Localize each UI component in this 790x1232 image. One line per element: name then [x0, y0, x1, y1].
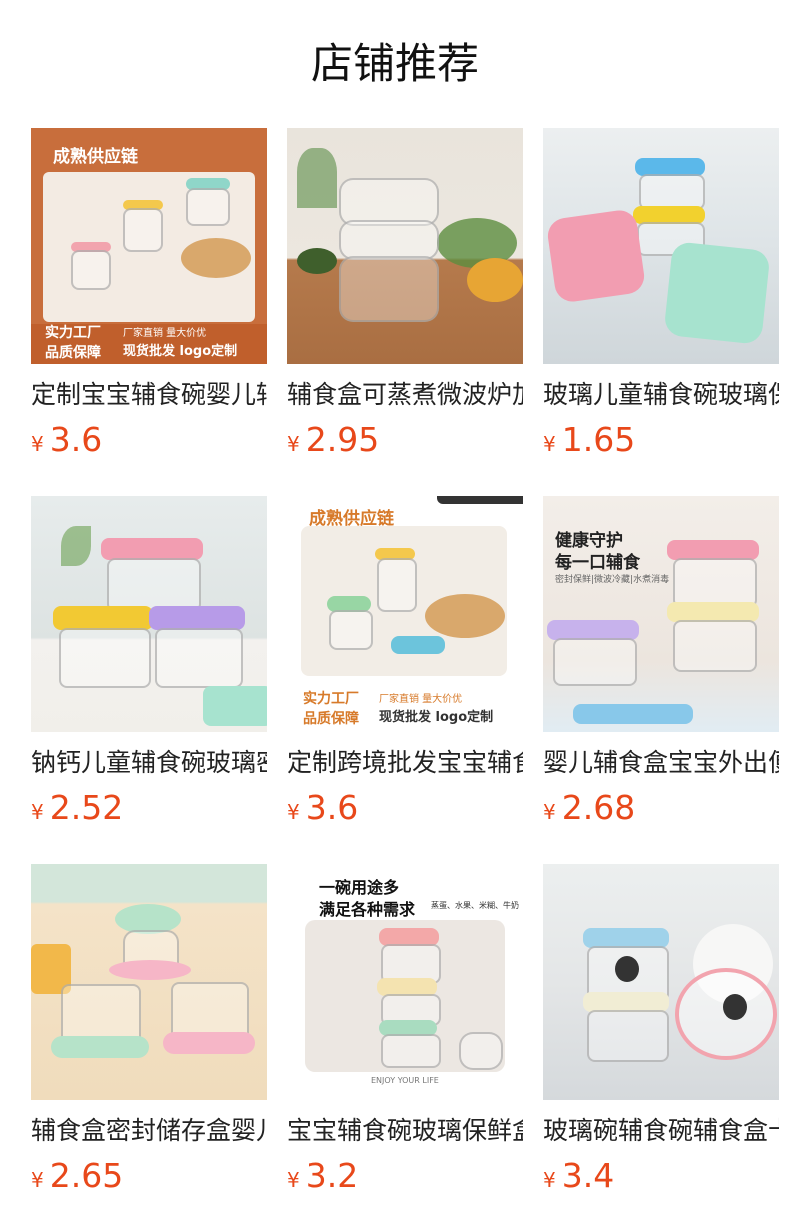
- price-value: 3.2: [305, 1156, 359, 1195]
- product-name[interactable]: 定制跨境批发宝宝辅食碗: [287, 746, 523, 780]
- tag-direct: 厂家直销 量大价优: [123, 328, 207, 339]
- tag-quality: 品质保障: [303, 711, 359, 727]
- price-value: 2.95: [305, 420, 380, 459]
- currency-symbol: ¥: [31, 800, 44, 824]
- product-card[interactable]: 成熟供应链 实力工厂 品质保障 厂家直销 量大价优 现货批发 logo定制 定制…: [31, 128, 267, 466]
- product-price: ¥3.6: [31, 420, 267, 466]
- product-card[interactable]: 玻璃碗辅食碗辅食盒卡通 ¥3.4: [543, 864, 779, 1202]
- product-image[interactable]: [31, 864, 267, 1100]
- banner-top-text: 成熟供应链: [53, 147, 138, 167]
- product-image[interactable]: [543, 128, 779, 364]
- tag-wholesale: 现货批发 logo定制: [379, 710, 494, 725]
- price-value: 3.4: [561, 1156, 615, 1195]
- tag-factory: 实力工厂: [303, 691, 359, 707]
- banner-line3: 蒸蛋、水果、米糊、牛奶: [431, 901, 519, 910]
- banner-line3: 密封保鲜|微波冷藏|水煮消毒: [555, 575, 670, 585]
- product-card[interactable]: 成熟供应链 实力工厂 品质保障 厂家直销 量大价优 现货批发 logo定制 定制…: [287, 496, 523, 834]
- product-price: ¥2.95: [287, 420, 523, 466]
- product-name[interactable]: 钠钙儿童辅食碗玻璃密封: [31, 746, 267, 780]
- banner-line2: 满足各种需求: [319, 900, 416, 919]
- product-name[interactable]: 玻璃儿童辅食碗玻璃保鲜盒: [543, 378, 779, 412]
- product-name[interactable]: 玻璃碗辅食碗辅食盒卡通: [543, 1114, 779, 1148]
- price-value: 2.52: [49, 788, 124, 827]
- product-name[interactable]: 定制宝宝辅食碗婴儿辅食盒: [31, 378, 267, 412]
- product-card[interactable]: 钠钙儿童辅食碗玻璃密封 ¥2.52: [31, 496, 267, 834]
- product-image[interactable]: [31, 496, 267, 732]
- product-image[interactable]: 成熟供应链 实力工厂 品质保障 厂家直销 量大价优 现货批发 logo定制: [31, 128, 267, 364]
- product-price: ¥2.65: [31, 1156, 267, 1202]
- product-name[interactable]: 婴儿辅食盒宝宝外出便携: [543, 746, 779, 780]
- currency-symbol: ¥: [543, 800, 556, 824]
- product-image[interactable]: [287, 128, 523, 364]
- product-card[interactable]: 健康守护 每一口辅食 密封保鲜|微波冷藏|水煮消毒 婴儿辅食盒宝宝外出便携 ¥2…: [543, 496, 779, 834]
- product-image[interactable]: 健康守护 每一口辅食 密封保鲜|微波冷藏|水煮消毒: [543, 496, 779, 732]
- banner-line1: 一碗用途多: [319, 878, 400, 897]
- currency-symbol: ¥: [287, 1168, 300, 1192]
- product-image[interactable]: 一碗用途多 满足各种需求 蒸蛋、水果、米糊、牛奶 ENJOY YOUR LIFE: [287, 864, 523, 1100]
- product-image[interactable]: [543, 864, 779, 1100]
- page-title: 店铺推荐: [310, 39, 479, 88]
- price-value: 1.65: [561, 420, 636, 459]
- tag-factory: 实力工厂: [45, 325, 101, 341]
- tag-direct: 厂家直销 量大价优: [379, 694, 463, 705]
- price-value: 2.65: [49, 1156, 124, 1195]
- currency-symbol: ¥: [287, 432, 300, 456]
- product-price: ¥3.6: [287, 788, 523, 834]
- price-value: 3.6: [49, 420, 103, 459]
- currency-symbol: ¥: [287, 800, 300, 824]
- product-price: ¥3.4: [543, 1156, 779, 1202]
- product-price: ¥2.68: [543, 788, 779, 834]
- price-value: 3.6: [305, 788, 359, 827]
- product-card[interactable]: 一碗用途多 满足各种需求 蒸蛋、水果、米糊、牛奶 ENJOY YOUR LIFE…: [287, 864, 523, 1202]
- product-name[interactable]: 宝宝辅食碗玻璃保鲜盒: [287, 1114, 523, 1148]
- currency-symbol: ¥: [543, 1168, 556, 1192]
- product-image[interactable]: 成熟供应链 实力工厂 品质保障 厂家直销 量大价优 现货批发 logo定制: [287, 496, 523, 732]
- product-price: ¥2.52: [31, 788, 267, 834]
- product-name[interactable]: 辅食盒密封储存盒婴儿: [31, 1114, 267, 1148]
- tag-wholesale: 现货批发 logo定制: [123, 344, 238, 359]
- price-value: 2.68: [561, 788, 636, 827]
- currency-symbol: ¥: [31, 432, 44, 456]
- product-price: ¥3.2: [287, 1156, 523, 1202]
- product-card[interactable]: 玻璃儿童辅食碗玻璃保鲜盒 ¥1.65: [543, 128, 779, 466]
- product-card[interactable]: 辅食盒密封储存盒婴儿 ¥2.65: [31, 864, 267, 1202]
- tag-quality: 品质保障: [45, 345, 101, 361]
- currency-symbol: ¥: [31, 1168, 44, 1192]
- banner-line2: 每一口辅食: [555, 553, 640, 573]
- product-card[interactable]: 辅食盒可蒸煮微波炉加热 ¥2.95: [287, 128, 523, 466]
- banner-footer: ENJOY YOUR LIFE: [371, 1076, 439, 1085]
- product-price: ¥1.65: [543, 420, 779, 466]
- product-name[interactable]: 辅食盒可蒸煮微波炉加热: [287, 378, 523, 412]
- currency-symbol: ¥: [543, 432, 556, 456]
